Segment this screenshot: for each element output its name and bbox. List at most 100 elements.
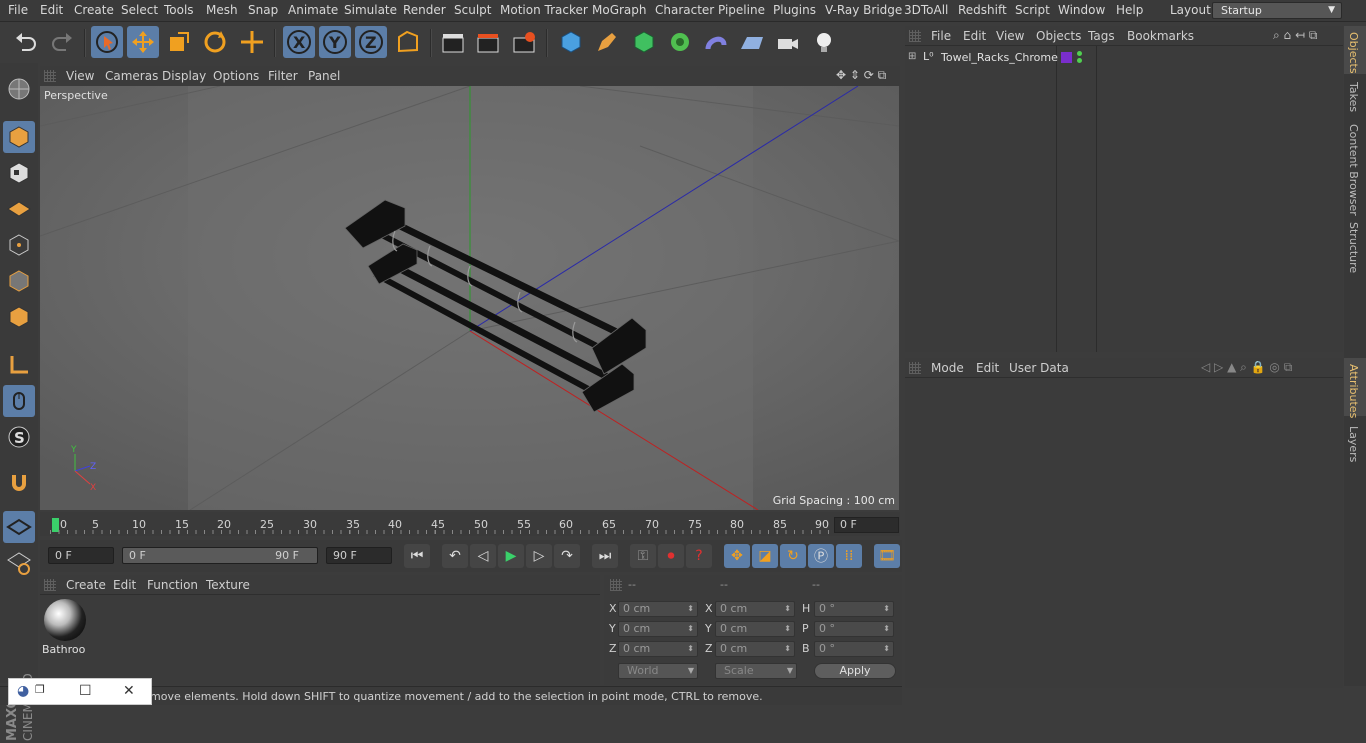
viewport-perspective[interactable]: Y Z X Perspective Grid Spacing : 100 cm <box>40 86 899 510</box>
position-x-field[interactable]: 0 cm ⬍ <box>618 601 698 617</box>
rotation-p-field[interactable]: 0 ° ⬍ <box>814 621 894 637</box>
scale-tool-button[interactable] <box>163 26 195 58</box>
current-frame-field[interactable]: 0 F <box>834 517 899 533</box>
menu-simulate[interactable]: Simulate <box>344 3 397 17</box>
render-region-button[interactable] <box>472 26 504 58</box>
layer-color-swatch[interactable] <box>1061 52 1072 63</box>
attribute-nav-icons[interactable]: ◁ ▷ ▲ ⌕ 🔒 ◎ ⧉ <box>1201 360 1292 375</box>
render-settings-button[interactable] <box>508 26 540 58</box>
object-name[interactable]: Towel_Racks_Chrome <box>941 51 1058 64</box>
close-icon[interactable]: ✕ <box>123 683 135 699</box>
layout-select[interactable]: Startup ▼ <box>1212 2 1342 19</box>
object-nav-icons[interactable]: ⌕ ⌂ ↤ ⧉ <box>1273 28 1317 43</box>
menu-3dtoall[interactable]: 3DToAll <box>904 3 948 17</box>
record-button[interactable]: ⏺ <box>658 544 684 568</box>
key-pla-button[interactable]: ⁞⁞ <box>836 544 862 568</box>
key-position-button[interactable]: ✥ <box>724 544 750 568</box>
attribute-menu-edit[interactable]: Edit <box>976 361 999 375</box>
prev-frame-button[interactable]: ◁ <box>470 544 496 568</box>
menu-help[interactable]: Help <box>1116 3 1143 17</box>
start-frame-field[interactable]: 0 F <box>48 547 114 564</box>
workplane-lock-button[interactable] <box>3 511 35 543</box>
cloner-button[interactable] <box>664 26 696 58</box>
viewport-menu-view[interactable]: View <box>66 69 94 83</box>
polygons-mode-button[interactable] <box>3 301 35 333</box>
autokey-button[interactable]: ? <box>686 544 712 568</box>
position-y-field[interactable]: 0 cm ⬍ <box>618 621 698 637</box>
locked-workplane-button[interactable] <box>3 547 35 579</box>
coord-scale-select[interactable]: Scale ▼ <box>715 663 797 679</box>
viewport-menu-cameras[interactable]: Cameras <box>105 69 158 83</box>
coordinate-system-button[interactable] <box>392 26 424 58</box>
viewport-nav-icons[interactable]: ✥ ⇕ ⟳ ⧉ <box>836 68 886 83</box>
menu-redshift[interactable]: Redshift <box>958 3 1007 17</box>
material-menu-function[interactable]: Function <box>147 578 198 592</box>
viewport-menu-panel[interactable]: Panel <box>308 69 340 83</box>
solo-button[interactable]: S <box>3 421 35 453</box>
z-axis-lock-button[interactable]: Z <box>355 26 387 58</box>
render-view-button[interactable] <box>437 26 469 58</box>
timeline-ruler[interactable]: 0 5 10 15 20 25 30 35 40 45 50 55 60 65 … <box>40 512 900 536</box>
tweak-mode-button[interactable] <box>3 385 35 417</box>
object-menu-file[interactable]: File <box>931 29 951 43</box>
move-tool-button[interactable] <box>127 26 159 58</box>
restore-icon[interactable]: ❐ <box>35 683 45 696</box>
key-rotation-button[interactable]: ↻ <box>780 544 806 568</box>
points-mode-button[interactable] <box>3 229 35 261</box>
viewport-menu-display[interactable]: Display <box>162 69 206 83</box>
position-z-field[interactable]: 0 cm ⬍ <box>618 641 698 657</box>
menu-animate[interactable]: Animate <box>288 3 338 17</box>
snap-button[interactable] <box>3 468 35 500</box>
menu-character[interactable]: Character <box>655 3 714 17</box>
object-menu-bookmarks[interactable]: Bookmarks <box>1127 29 1194 43</box>
menu-pipeline[interactable]: Pipeline <box>718 3 765 17</box>
edges-mode-button[interactable] <box>3 265 35 297</box>
expand-icon[interactable]: ⊞ <box>908 51 916 62</box>
axis-mode-button[interactable] <box>3 349 35 381</box>
menu-window[interactable]: Window <box>1058 3 1105 17</box>
redo-button[interactable] <box>46 26 78 58</box>
object-menu-edit[interactable]: Edit <box>963 29 986 43</box>
key-param-button[interactable]: Ⓟ <box>808 544 834 568</box>
size-y-field[interactable]: 0 cm ⬍ <box>715 621 795 637</box>
goto-start-button[interactable]: ⏮ <box>404 544 430 568</box>
menu-mesh[interactable]: Mesh <box>206 3 238 17</box>
menu-snap[interactable]: Snap <box>248 3 278 17</box>
next-key-button[interactable]: ↷ <box>554 544 580 568</box>
frame-range-slider[interactable]: 0 F 90 F <box>122 547 318 564</box>
live-selection-button[interactable] <box>91 26 123 58</box>
menu-file[interactable]: File <box>8 3 28 17</box>
menu-plugins[interactable]: Plugins <box>773 3 816 17</box>
menu-sculpt[interactable]: Sculpt <box>454 3 491 17</box>
attribute-menu-mode[interactable]: Mode <box>931 361 964 375</box>
coord-mode-select[interactable]: World ▼ <box>618 663 698 679</box>
keyframe-selection-button[interactable]: ⚿ <box>630 544 656 568</box>
timeline-window-button[interactable]: 🎞 <box>874 544 900 568</box>
undo-button[interactable] <box>10 26 42 58</box>
goto-end-button[interactable]: ⏭ <box>592 544 618 568</box>
tab-structure[interactable]: Structure <box>1347 222 1360 273</box>
tab-objects[interactable]: Objects <box>1347 32 1360 74</box>
y-axis-lock-button[interactable]: Y <box>319 26 351 58</box>
recent-tool-button[interactable] <box>236 26 268 58</box>
x-axis-lock-button[interactable]: X <box>283 26 315 58</box>
menu-mograph[interactable]: MoGraph <box>592 3 647 17</box>
object-menu-tags[interactable]: Tags <box>1088 29 1115 43</box>
menu-edit[interactable]: Edit <box>40 3 63 17</box>
material-name[interactable]: Bathroo <box>42 643 85 656</box>
prev-key-button[interactable]: ↶ <box>442 544 468 568</box>
menu-tools[interactable]: Tools <box>164 3 194 17</box>
menu-select[interactable]: Select <box>121 3 158 17</box>
menu-motion-tracker[interactable]: Motion Tracker <box>500 3 588 17</box>
key-scale-button[interactable]: ◪ <box>752 544 778 568</box>
apply-button[interactable]: Apply <box>814 663 896 679</box>
maximize-icon[interactable]: ☐ <box>79 683 92 699</box>
object-menu-view[interactable]: View <box>996 29 1024 43</box>
camera-button[interactable] <box>772 26 804 58</box>
texture-mode-button[interactable] <box>3 157 35 189</box>
deformer-button[interactable] <box>700 26 732 58</box>
end-frame-field[interactable]: 90 F <box>326 547 392 564</box>
make-editable-button[interactable] <box>3 73 35 105</box>
tab-layers[interactable]: Layers <box>1347 426 1360 462</box>
tab-takes[interactable]: Takes <box>1347 82 1360 112</box>
